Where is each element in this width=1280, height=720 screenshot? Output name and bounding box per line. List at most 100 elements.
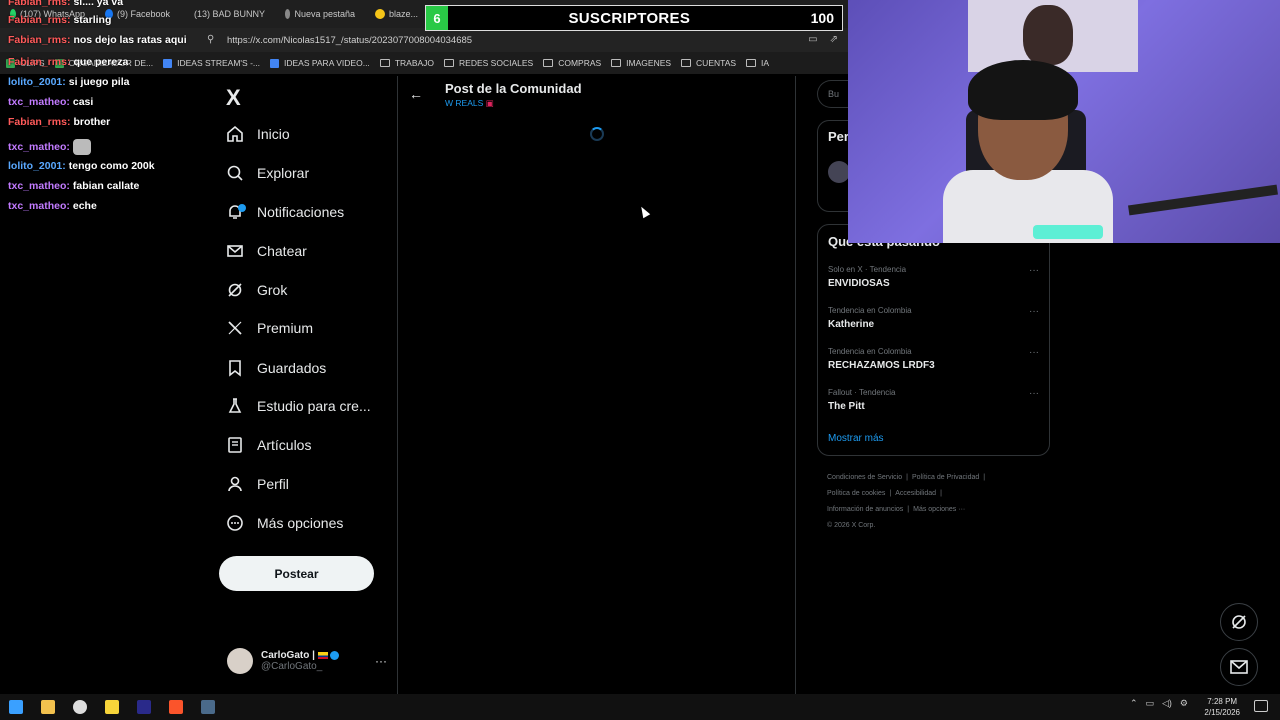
nav-item-m-s-opciones[interactable]: Más opciones	[226, 511, 343, 535]
chat-username: lolito_2001:	[8, 160, 66, 172]
bookmark-label: TRABAJO	[394, 58, 435, 68]
trend-item[interactable]: Tendencia en Colombia Katherine ···	[828, 306, 1041, 330]
x-logo[interactable]: X	[226, 85, 241, 111]
sticky-app-icon[interactable]	[96, 694, 128, 720]
nav-item-explorar[interactable]: Explorar	[226, 161, 309, 185]
streamer-hair	[968, 60, 1078, 120]
footer-link[interactable]: Política de Privacidad	[912, 474, 979, 481]
grok-icon	[226, 281, 244, 299]
nav-label: Perfil	[257, 476, 289, 492]
bookmark-item[interactable]: REDES SOCIALES	[444, 58, 533, 68]
trend-name: RECHAZAMOS LRDF3	[828, 360, 935, 371]
bookmark-item[interactable]: CUENTAS	[681, 58, 736, 68]
show-more-link[interactable]: Mostrar más	[828, 433, 884, 444]
nav-label: Estudio para cre...	[257, 398, 371, 414]
nav-item-guardados[interactable]: Guardados	[226, 356, 326, 380]
more-icon[interactable]: ···	[1029, 265, 1039, 276]
calculator-icon[interactable]	[192, 694, 224, 720]
nav-item-grok[interactable]: Grok	[226, 278, 287, 302]
url-text[interactable]: https://x.com/Nicolas1517_/status/202307…	[227, 35, 472, 46]
nav-item-inicio[interactable]: Inicio	[226, 122, 290, 146]
chat-text: starling	[73, 14, 112, 26]
messages-float-button[interactable]	[1220, 648, 1258, 686]
x-premium-icon	[226, 319, 244, 337]
nav-item-perfil[interactable]: Perfil	[226, 472, 289, 496]
grok-float-button[interactable]	[1220, 603, 1258, 641]
brave-icon[interactable]	[160, 694, 192, 720]
footer-link[interactable]: Accesibilidad	[895, 490, 936, 497]
chat-username: Fabian_rms:	[8, 34, 71, 46]
bookmark-item[interactable]: TRABAJO	[379, 58, 435, 68]
chevron-up-icon[interactable]: ⌃	[1130, 698, 1138, 709]
chat-username: Fabian_rms:	[8, 14, 71, 26]
chat-message: Fabian_rms: que pereza	[8, 56, 128, 68]
mouse-cursor	[637, 204, 651, 219]
more-icon[interactable]: ···	[1029, 347, 1039, 358]
nav-item-estudio-para-cre[interactable]: Estudio para cre...	[226, 394, 371, 418]
bookmark-item[interactable]: IDEAS PARA VIDEO...	[269, 58, 370, 68]
nav-item-premium[interactable]: Premium	[226, 316, 313, 340]
notification-icon[interactable]	[1254, 700, 1268, 712]
chat-message: lolito_2001: si juego pila	[8, 76, 129, 88]
subscriber-goal-overlay: 6 SUSCRIPTORES 100	[425, 5, 843, 31]
windows-start-icon[interactable]	[0, 694, 32, 720]
nav-label: Más opciones	[257, 515, 344, 531]
more-icon[interactable]: ···	[1029, 306, 1039, 317]
cast-icon[interactable]: ▭	[808, 34, 817, 45]
chat-username: txc_matheo:	[8, 140, 70, 153]
bookmark-item[interactable]: IA	[746, 58, 769, 68]
nav-item-notificaciones[interactable]: Notificaciones	[226, 200, 344, 224]
settings-icon[interactable]: ⚙	[1180, 698, 1188, 709]
clock[interactable]: 7:28 PM 2/15/2026	[1204, 696, 1240, 718]
nav-item-art-culos[interactable]: Artículos	[226, 433, 311, 457]
bookmark-item[interactable]: IMAGENES	[611, 58, 671, 68]
trend-context: Tendencia en Colombia	[828, 347, 912, 356]
folder-icon	[543, 59, 554, 67]
bell-icon	[226, 203, 246, 221]
footer-link[interactable]: Condiciones de Servicio	[827, 474, 902, 481]
chat-username: Fabian_rms:	[8, 56, 71, 68]
trend-item[interactable]: Fallout · Tendencia The Pitt ···	[828, 388, 1041, 412]
nav-label: Inicio	[257, 126, 290, 142]
doc-blue-icon	[163, 58, 173, 68]
trends-card: Qué está pasando Solo en X · TendenciaEN…	[817, 224, 1050, 456]
network-icon[interactable]: ▭	[1145, 698, 1154, 709]
footer-link[interactable]: Política de cookies	[827, 490, 885, 497]
chat-text: tengo como 200k	[68, 160, 155, 172]
trend-context: Tendencia en Colombia	[828, 306, 912, 315]
chat-username: txc_matheo:	[8, 200, 70, 212]
trend-item[interactable]: Solo en X · Tendencia ENVIDIOSAS ···	[828, 265, 1041, 289]
file-explorer-icon[interactable]	[32, 694, 64, 720]
bookmark-item[interactable]: COMPRAS	[543, 58, 601, 68]
footer-link[interactable]: Más opciones ···	[913, 506, 965, 513]
bookmark-item[interactable]: IDEAS STREAM'S -...	[163, 58, 260, 68]
folder-icon	[746, 59, 757, 67]
bookmark-icon	[226, 359, 244, 377]
nav-item-chatear[interactable]: Chatear	[226, 239, 307, 263]
footer-link[interactable]: Información de anuncios	[827, 506, 903, 513]
obs-icon[interactable]	[64, 694, 96, 720]
more-icon[interactable]: ···	[1029, 388, 1039, 399]
share-icon[interactable]: ⇗	[830, 34, 838, 45]
back-arrow-icon[interactable]: ←	[409, 86, 423, 102]
nav-label: Premium	[257, 320, 314, 336]
nav-label: Grok	[257, 282, 288, 298]
browser-tab[interactable]: (13) BAD BUNNY	[180, 0, 275, 28]
more-icon[interactable]: ···	[375, 654, 387, 668]
nav-label: Guardados	[257, 360, 327, 376]
chat-message: txc_matheo: fabian callate	[8, 180, 139, 192]
bookmark-label: COMPRAS	[558, 58, 602, 68]
premiere-icon[interactable]	[128, 694, 160, 720]
community-name[interactable]: W REALS ▣	[445, 98, 494, 109]
volume-icon[interactable]: ◁)	[1162, 698, 1172, 709]
loading-spinner	[590, 127, 604, 141]
browser-tab[interactable]: Nueva pestaña	[275, 0, 365, 28]
system-tray[interactable]: ⌃ ▭ ◁) ⚙	[1130, 698, 1188, 709]
avatar[interactable]	[828, 161, 850, 183]
trend-item[interactable]: Tendencia en Colombia RECHAZAMOS LRDF3 ···	[828, 347, 1041, 371]
account-switcher[interactable]: CarloGato | @CarloGato_ ···	[227, 648, 387, 674]
chat-username: txc_matheo:	[8, 96, 70, 108]
post-button[interactable]: Postear	[219, 556, 374, 591]
tab-label: (9) Facebook	[116, 9, 170, 19]
site-info-icon[interactable]: ⚲	[207, 34, 214, 45]
